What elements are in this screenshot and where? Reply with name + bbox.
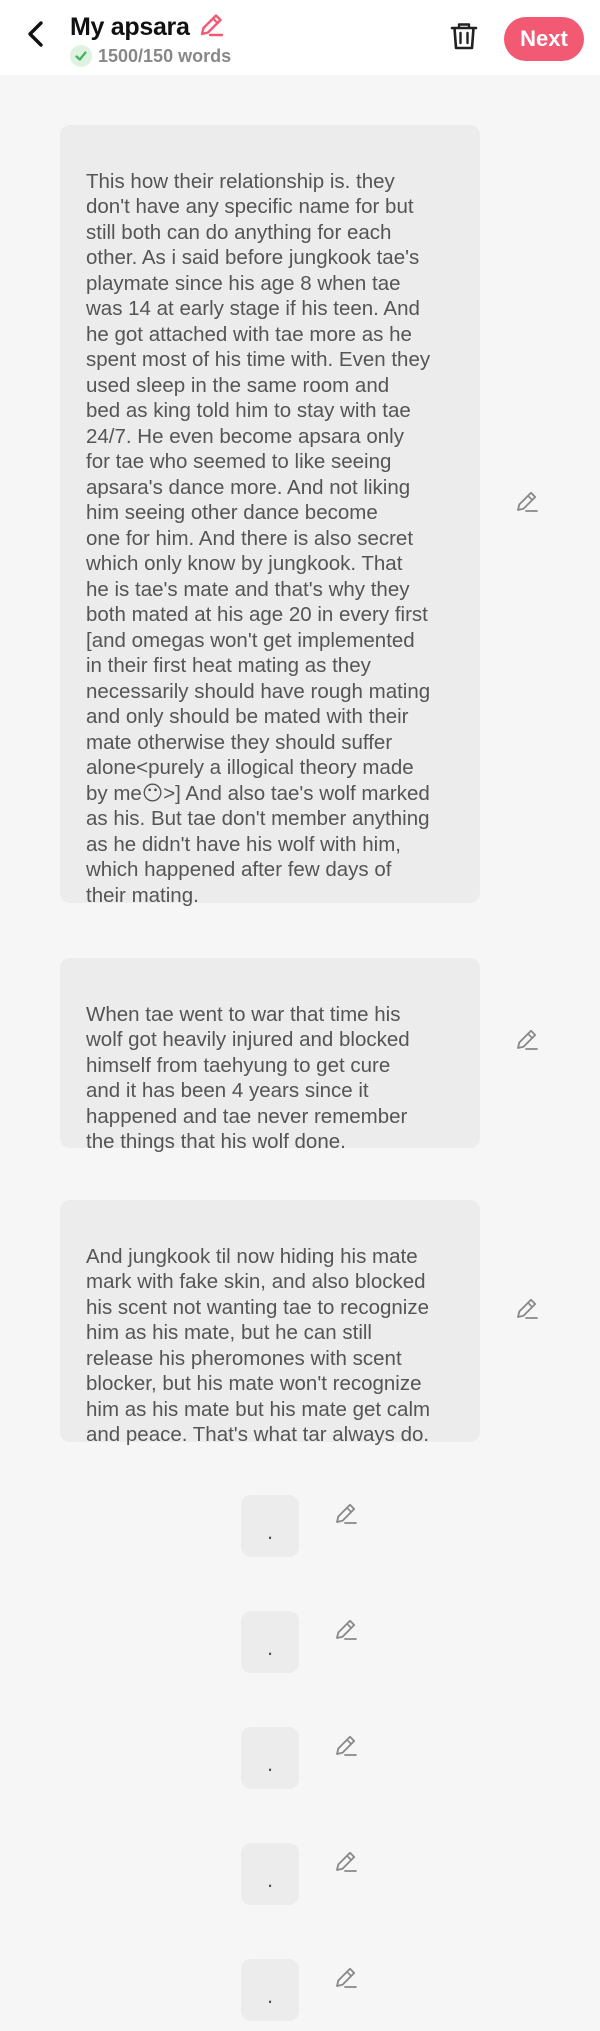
paragraph-text: . — [266, 1519, 274, 1544]
check-icon — [70, 45, 92, 67]
paragraph-text: This how their relationship is. they don… — [86, 169, 431, 907]
edit-paragraph-button[interactable] — [328, 1498, 364, 1534]
trash-icon — [449, 20, 479, 57]
paragraph-text: . — [266, 1983, 274, 2008]
paragraph-card[interactable]: . — [241, 1843, 299, 1905]
edit-paragraph-button[interactable] — [509, 1293, 545, 1329]
paragraph-card[interactable]: And jungkook til now hiding his mate mar… — [60, 1200, 480, 1446]
paragraph-text: . — [266, 1635, 274, 1660]
paragraph-card[interactable]: . — [241, 1959, 299, 2021]
paragraph-text: And jungkook til now hiding his mate mar… — [86, 1244, 431, 1447]
edit-paragraph-button[interactable] — [328, 1846, 364, 1882]
pencil-icon — [333, 1617, 359, 1648]
paragraph-text: . — [266, 1751, 274, 1776]
story-title-block: My apsara 1500/150 words — [70, 12, 231, 67]
back-button[interactable] — [18, 18, 54, 54]
pencil-icon — [514, 1027, 540, 1058]
pencil-icon — [514, 489, 540, 520]
delete-button[interactable] — [446, 20, 482, 56]
paragraph-card[interactable]: When tae went to war that time his wolf … — [60, 958, 480, 1153]
paragraph-card[interactable]: This how their relationship is. they don… — [60, 125, 480, 907]
paragraph-card[interactable]: . — [241, 1727, 299, 1789]
paragraph-text: . — [266, 1867, 274, 1892]
next-button[interactable]: Next — [504, 17, 584, 61]
edit-paragraph-button[interactable] — [509, 486, 545, 522]
pencil-icon — [333, 1849, 359, 1880]
paragraph-card[interactable]: . — [241, 1611, 299, 1673]
paragraph-text: When tae went to war that time his wolf … — [86, 1002, 410, 1154]
word-count: 1500/150 words — [98, 45, 232, 66]
pencil-icon — [333, 1965, 359, 1996]
pencil-icon — [333, 1733, 359, 1764]
edit-paragraph-button[interactable] — [328, 1614, 364, 1650]
edit-paragraph-button[interactable] — [328, 1730, 364, 1766]
edit-paragraph-button[interactable] — [328, 1962, 364, 1998]
top-bar: My apsara 1500/150 words Next — [0, 0, 600, 75]
edit-title-button[interactable] — [196, 12, 226, 42]
pencil-icon — [333, 1501, 359, 1532]
word-count-status: 1500/150 words — [70, 45, 231, 67]
back-arrow-icon — [25, 19, 47, 54]
edit-paragraph-button[interactable] — [509, 1024, 545, 1060]
story-title: My apsara — [70, 12, 190, 41]
pencil-icon — [514, 1296, 540, 1327]
pencil-icon — [197, 11, 225, 44]
paragraph-card[interactable]: . — [241, 1495, 299, 1557]
